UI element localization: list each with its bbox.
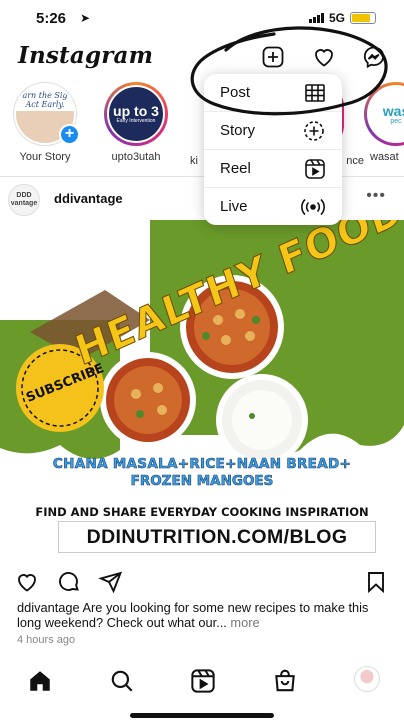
menu-item-label: Story (220, 122, 256, 139)
story-thumb-sub: Early Intervention (116, 117, 156, 124)
post-header: DDD vantage ddivantage ••• (0, 180, 404, 216)
story-thumb-text: was (382, 102, 404, 119)
home-indicator (130, 713, 274, 718)
menu-item-story[interactable]: Story (204, 112, 342, 150)
add-story-icon[interactable]: + (59, 124, 80, 145)
menu-item-post[interactable]: Post (204, 74, 342, 112)
story-label: upto3utah (111, 151, 161, 163)
live-icon (301, 198, 325, 216)
post-username[interactable]: ddivantage (54, 191, 123, 206)
avatar[interactable]: DDD vantage (8, 184, 40, 216)
post-caption: ddivantage Are you looking for some new … (17, 600, 391, 630)
reels-icon[interactable] (190, 668, 216, 694)
profile-avatar[interactable] (354, 666, 380, 692)
create-menu: Post Story Reel Live (204, 74, 342, 225)
story-wasat[interactable]: was pec wasat (364, 82, 404, 163)
menu-item-label: Live (220, 198, 248, 215)
more-options-icon[interactable]: ••• (366, 187, 386, 205)
caption-username[interactable]: ddivantage (17, 600, 80, 615)
image-headline-2: FROZEN MANGOES (130, 473, 274, 490)
story-label: Your Story (19, 151, 71, 163)
story-your-story[interactable]: arn the Sig Act Early. + Your Story (5, 82, 85, 163)
story-plus-icon (304, 121, 324, 141)
heart-icon[interactable] (312, 45, 336, 69)
menu-item-live[interactable]: Live (204, 188, 342, 225)
messenger-icon[interactable] (362, 45, 386, 69)
menu-item-label: Post (220, 84, 251, 101)
story-thumb-text: up to 3 (113, 102, 159, 119)
menu-item-reel[interactable]: Reel (204, 150, 342, 188)
story-thumb-sub: pec (390, 117, 402, 125)
post-actions (0, 568, 404, 596)
image-tagline: FIND AND SHARE EVERYDAY COOKING INSPIRAT… (35, 505, 369, 519)
instagram-logo[interactable]: Instagram (18, 42, 153, 69)
caption-more-link[interactable]: more (227, 615, 259, 630)
battery-icon (350, 12, 376, 24)
story-upto3utah[interactable]: up to 3 Early Intervention upto3utah (96, 82, 176, 163)
share-icon[interactable] (98, 570, 124, 594)
shop-icon[interactable] (272, 668, 298, 694)
location-arrow-icon: ➤ (80, 11, 91, 25)
stories-tray: arn the Sig Act Early. + Your Story up t… (0, 82, 404, 174)
story-label: wasat (370, 151, 399, 163)
story-thumb-text: arn the Sig Act Early. (22, 91, 68, 109)
network-label: 5G (328, 11, 345, 25)
top-bar: Instagram (0, 36, 404, 78)
grid-icon (305, 84, 325, 102)
create-plus-icon[interactable] (261, 45, 285, 69)
like-heart-icon[interactable] (14, 570, 40, 594)
clock: 5:26 (36, 10, 67, 27)
save-bookmark-icon[interactable] (364, 570, 388, 594)
post-timestamp: 4 hours ago (17, 634, 76, 646)
home-icon[interactable] (27, 668, 53, 694)
image-url: DDINUTRITION.COM/BLOG (58, 521, 376, 553)
reel-icon (305, 159, 325, 179)
comment-icon[interactable] (56, 570, 82, 594)
status-bar: 5:26 ➤ 5G (0, 0, 404, 34)
divider (0, 176, 404, 177)
image-headline-1: CHANA MASALA+RICE+NAAN BREAD+ (52, 456, 352, 473)
search-icon[interactable] (109, 668, 135, 694)
signal-icon (308, 13, 324, 23)
menu-item-label: Reel (220, 160, 251, 177)
bottom-nav (0, 660, 404, 704)
